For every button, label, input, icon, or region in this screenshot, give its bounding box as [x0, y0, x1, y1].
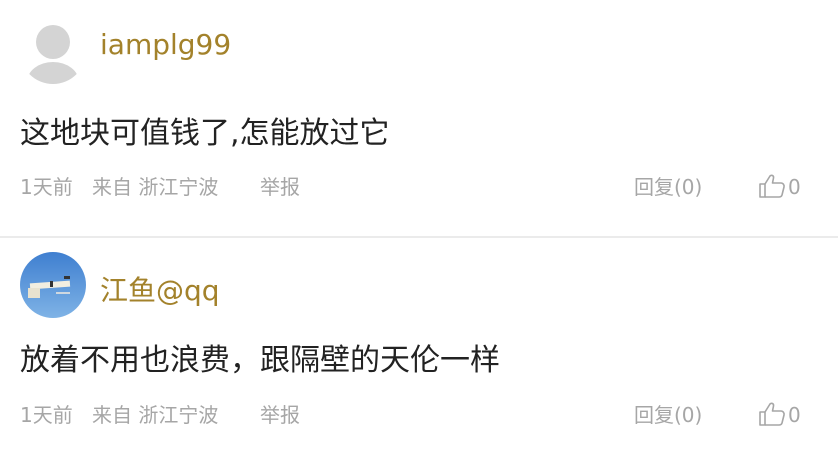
reply-button[interactable]: 回复(0)	[634, 172, 702, 202]
thumbs-up-icon	[759, 174, 785, 198]
reply-button[interactable]: 回复(0)	[634, 400, 702, 430]
username[interactable]: 江鱼@qq	[100, 269, 220, 309]
like-count: 0	[788, 403, 801, 427]
sky-photo-avatar	[20, 252, 86, 318]
report-link[interactable]: 举报	[260, 172, 300, 202]
avatar[interactable]	[20, 18, 86, 84]
avatar[interactable]	[20, 252, 86, 318]
comment-meta: 1天前 来自 浙江宁波 举报 回复(0) 0	[20, 172, 838, 202]
like-button[interactable]: 0	[758, 172, 801, 202]
comment-time: 1天前	[20, 403, 73, 427]
thumbs-up-icon	[759, 402, 785, 426]
comment-location: 来自 浙江宁波	[92, 175, 219, 199]
comment-text: 放着不用也浪费，跟隔壁的天伦一样	[20, 343, 500, 378]
comment-location: 来自 浙江宁波	[92, 403, 219, 427]
comment-item: iamplg99 这地块可值钱了,怎能放过它 1天前 来自 浙江宁波 举报 回复…	[0, 0, 838, 236]
username[interactable]: iamplg99	[100, 28, 231, 61]
like-button[interactable]: 0	[758, 400, 801, 430]
comment-text: 这地块可值钱了,怎能放过它	[20, 116, 390, 151]
comment-meta: 1天前 来自 浙江宁波 举报 回复(0) 0	[20, 400, 838, 430]
like-count: 0	[788, 175, 801, 199]
comment-item: 江鱼@qq 放着不用也浪费，跟隔壁的天伦一样 1天前 来自 浙江宁波 举报 回复…	[0, 238, 838, 464]
comment-time: 1天前	[20, 175, 73, 199]
default-avatar-icon	[20, 18, 86, 84]
report-link[interactable]: 举报	[260, 400, 300, 430]
